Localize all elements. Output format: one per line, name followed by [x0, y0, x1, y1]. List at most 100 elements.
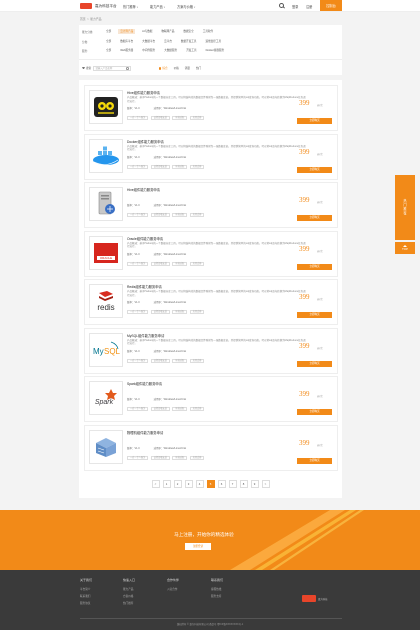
- product-title[interactable]: MySQL组件能力服务申请: [127, 333, 164, 338]
- product-title[interactable]: Docker组件能力服务申请: [127, 139, 164, 144]
- filter-option[interactable]: Docker容器服务: [204, 48, 227, 53]
- product-price: 399: [299, 244, 310, 253]
- product-card[interactable]: 物理机组件能力服务申请 版本：V1.0 适用于：Windows/Linux/Unix…: [84, 424, 338, 471]
- footer-link[interactable]: 服务协议: [80, 601, 92, 605]
- chevron-down-icon: ▾: [163, 6, 166, 9]
- product-title[interactable]: Redis组件能力服务申请: [127, 284, 162, 289]
- search-icon[interactable]: [126, 67, 129, 70]
- sort-option-price[interactable]: 价格: [174, 66, 179, 70]
- product-tag: 应用迁移: [189, 116, 205, 120]
- product-os: 适用于：Windows/Linux/Unix: [153, 252, 187, 256]
- back-to-top-button[interactable]: TOP: [395, 242, 415, 254]
- page-button[interactable]: 8: [239, 480, 248, 488]
- buy-now-button[interactable]: 立即购买: [297, 118, 332, 124]
- filter-option[interactable]: Web服务器: [118, 48, 135, 53]
- buy-now-button[interactable]: 立即购买: [297, 166, 332, 173]
- product-tag: 一对一专人服务: [127, 213, 149, 217]
- footer-link[interactable]: 能力产品: [123, 587, 135, 591]
- footer-link[interactable]: 热门推荐: [123, 601, 135, 605]
- product-card[interactable]: Hive组件能力服务申请 版本：V1.0 适用于：Windows/Linux/Uni…: [84, 182, 338, 228]
- sort-option-default[interactable]: 综合: [159, 66, 168, 70]
- search-icon[interactable]: [279, 3, 284, 8]
- product-card[interactable]: redis Redis组件能力服务申请 产品概述：基于Hadoop的一个数据仓库工具…: [84, 279, 338, 325]
- product-title[interactable]: Spark组件能力服务申请: [127, 381, 162, 386]
- price-unit: 元/次: [317, 346, 323, 350]
- buy-now-button[interactable]: 立即购买: [297, 215, 332, 221]
- product-card[interactable]: ORACLE Oracle组件能力服务申请 产品概述：基于Hadoop的一个数据仓库…: [84, 230, 338, 277]
- page-button[interactable]: 9: [250, 480, 259, 488]
- breadcrumb-home[interactable]: 首页: [80, 17, 86, 21]
- page-button[interactable]: 1: [162, 480, 171, 488]
- product-card[interactable]: Hive组件能力服务申请 产品概述：基于Hadoop的一个数据仓库工具，可以将结构…: [84, 85, 338, 131]
- footer-link[interactable]: 平台简介: [80, 587, 92, 591]
- page-button[interactable]: 7: [228, 480, 237, 488]
- redis-logo-icon[interactable]: redis: [89, 284, 123, 318]
- product-list: Hive组件能力服务申请 产品概述：基于Hadoop的一个数据仓库工具，可以将结构…: [79, 80, 342, 498]
- filter-option[interactable]: 数据库平台: [118, 39, 135, 44]
- filter-option[interactable]: 云平台: [162, 39, 174, 44]
- sort-option-hot[interactable]: 热门: [196, 66, 201, 70]
- filter-option[interactable]: 中间件服务: [140, 48, 157, 53]
- filter-option[interactable]: 数据安全: [181, 29, 195, 34]
- page-button[interactable]: 5: [206, 480, 215, 488]
- next-page-button[interactable]: >: [261, 480, 270, 488]
- filter-option[interactable]: 全部: [104, 29, 113, 34]
- product-title[interactable]: Hive组件能力服务申请: [127, 187, 160, 192]
- product-title[interactable]: Oracle组件能力服务申请: [127, 236, 163, 241]
- buy-now-button[interactable]: 立即购买: [297, 360, 332, 367]
- filter-option[interactable]: 全部: [104, 48, 113, 53]
- footer-link[interactable]: 入驻合作: [167, 587, 179, 591]
- filter-option[interactable]: 大数据服务: [162, 48, 179, 53]
- product-title[interactable]: 物理机组件能力服务申请: [127, 430, 163, 435]
- page-button[interactable]: 4: [195, 480, 204, 488]
- filter-option[interactable]: 开发工具: [184, 48, 198, 53]
- hot-recommend-float[interactable]: 热门推荐: [395, 175, 415, 240]
- hive-logo-icon[interactable]: [89, 90, 123, 124]
- docker-logo-icon[interactable]: [89, 138, 123, 173]
- filter-option[interactable]: 运维监控工具: [203, 39, 223, 44]
- page-button[interactable]: 3: [184, 480, 193, 488]
- footer-link[interactable]: 服务支持: [211, 594, 223, 598]
- server-logo-icon[interactable]: [89, 187, 123, 221]
- filter-option[interactable]: 全部: [104, 39, 113, 44]
- footer-link[interactable]: 联系我们: [80, 594, 92, 598]
- search-input[interactable]: 请输入产品名称: [93, 65, 131, 71]
- buy-now-button[interactable]: 立即购买: [297, 312, 332, 318]
- product-card[interactable]: Docker组件能力服务申请 产品概述：基于Hadoop的一个数据仓库工具，可以将…: [84, 133, 338, 180]
- filter-option[interactable]: 工具软件: [201, 29, 215, 34]
- site-logo[interactable]: 嘉为科技平台: [80, 3, 117, 9]
- nav-item-hot[interactable]: 热门推荐▾: [123, 4, 138, 9]
- filter-option[interactable]: AI与数据: [140, 29, 154, 34]
- oracle-logo-icon[interactable]: ORACLE: [89, 235, 123, 270]
- buy-now-button[interactable]: 立即购买: [297, 263, 332, 270]
- banner-register-button[interactable]: 注册登录: [185, 543, 211, 550]
- filter-option[interactable]: 大数据平台: [140, 39, 157, 44]
- footer-link[interactable]: 客服热线: [211, 587, 223, 591]
- footer-logo: 嘉为科技: [302, 595, 328, 602]
- footer-column-partners: 合作伙伴 入驻合作: [167, 578, 179, 594]
- nav-item-products[interactable]: 能力产品▾: [150, 4, 165, 9]
- console-button[interactable]: 控制台: [320, 0, 342, 11]
- buy-now-button[interactable]: 立即购买: [297, 457, 332, 464]
- sort-option-sales[interactable]: 销量: [185, 66, 190, 70]
- nav-item-pricing[interactable]: 方案与价格▾: [177, 4, 195, 9]
- filter-option[interactable]: 数据开发工具: [179, 39, 199, 44]
- product-price: 399: [299, 293, 310, 301]
- product-card[interactable]: Spark Spark组件能力服务申请 版本：V1.0 适用于：Windows/Lin…: [84, 376, 338, 422]
- product-os: 适用于：Windows/Linux/Unix: [153, 204, 187, 207]
- prev-page-button[interactable]: <: [151, 480, 160, 488]
- spark-logo-icon[interactable]: Spark: [89, 381, 123, 415]
- product-card[interactable]: My SQL MySQL组件能力服务申请 产品概述：基于Hadoop的一个数据仓库工具…: [84, 327, 338, 374]
- register-link[interactable]: 注册: [306, 4, 312, 9]
- storage-logo-icon[interactable]: [89, 429, 123, 464]
- page-button[interactable]: 2: [173, 480, 182, 488]
- product-title[interactable]: Hive组件能力服务申请: [127, 90, 160, 95]
- buy-now-button[interactable]: 立即购买: [297, 409, 332, 415]
- mysql-logo-icon[interactable]: My SQL: [89, 332, 123, 367]
- login-link[interactable]: 登录: [292, 4, 298, 9]
- filter-option[interactable]: 物联网产品: [159, 29, 176, 34]
- price-unit: 元/次: [317, 201, 323, 204]
- page-button[interactable]: 6: [217, 480, 226, 488]
- footer-link[interactable]: 方案价格: [123, 594, 135, 598]
- filter-option-active[interactable]: 云计算产品: [118, 29, 136, 34]
